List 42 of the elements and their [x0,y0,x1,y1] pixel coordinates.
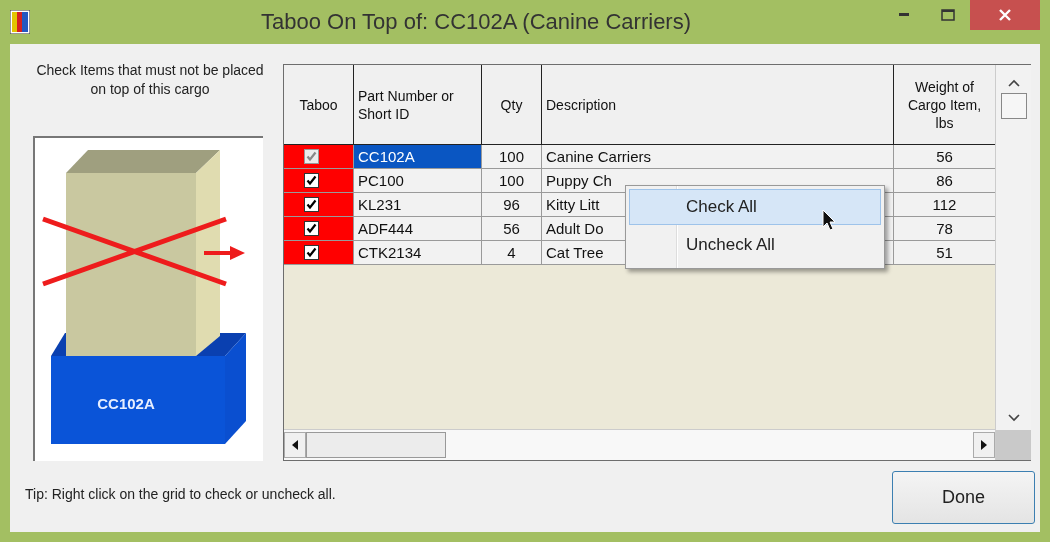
taboo-checkbox[interactable] [304,197,319,212]
table-cell: CTK2134 [354,241,482,265]
table-cell: 56 [482,217,542,241]
taboo-checkbox[interactable] [304,173,319,188]
table-cell: Canine Carriers [542,145,894,169]
table-cell: CC102A [354,145,482,169]
maximize-icon [941,9,955,21]
done-button[interactable]: Done [892,471,1035,524]
left-arrow-icon [292,440,298,450]
cargo-label: CC102A [96,395,155,412]
minimize-icon [899,13,909,17]
arrow-icon [203,246,245,260]
horizontal-scroll-thumb[interactable] [306,432,446,458]
table-cell: 100 [482,145,542,169]
vertical-scroll-thumb[interactable] [1000,93,1027,119]
close-icon [999,9,1011,21]
close-button[interactable] [970,0,1040,30]
scroll-down-icon[interactable] [1007,414,1020,422]
table-cell: 86 [894,169,996,193]
table-cell: 112 [894,193,996,217]
table-cell: 100 [482,169,542,193]
taboo-checkbox[interactable] [304,221,319,236]
cross-icon [40,216,228,287]
table-cell: ADF444 [354,217,482,241]
scroll-left-button[interactable] [284,432,306,458]
table-cell: 96 [482,193,542,217]
table-cell: KL231 [354,193,482,217]
window-title: Taboo On Top of: CC102A (Canine Carriers) [260,9,692,35]
scroll-right-button[interactable] [973,432,995,458]
table-cell: 56 [894,145,996,169]
scroll-up-icon[interactable] [1007,79,1020,87]
tip-text: Tip: Right click on the grid to check or uncheck all. [25,485,336,502]
table-cell: 4 [482,241,542,265]
right-arrow-icon [981,440,987,450]
table-cell: 51 [894,241,996,265]
mouse-cursor-icon [822,209,838,233]
table-cell: 78 [894,217,996,241]
instructions-text: Check Items that must not be placed on top of this cargo [35,61,265,99]
table-cell: PC100 [354,169,482,193]
taboo-checkbox[interactable] [304,245,319,260]
menu-item[interactable]: Check All [629,189,881,225]
app-icon [10,10,30,34]
